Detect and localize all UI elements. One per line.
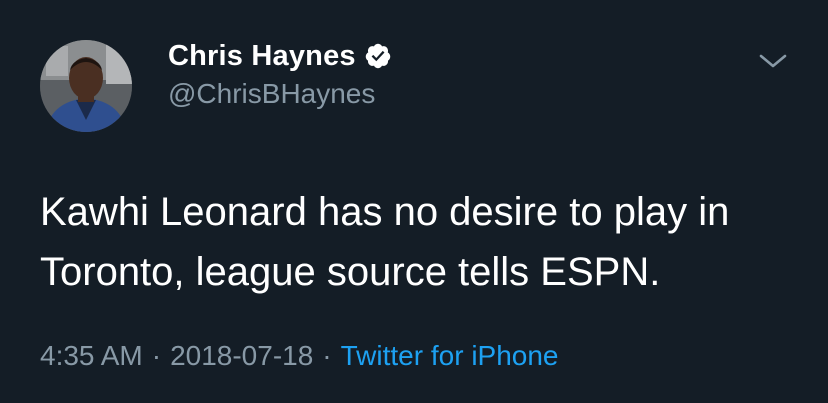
tweet-text: Kawhi Leonard has no desire to play in T… [40, 190, 730, 294]
chevron-down-icon[interactable] [758, 50, 788, 72]
author-name-row[interactable]: Chris Haynes [168, 38, 392, 74]
avatar[interactable] [40, 40, 132, 132]
verified-badge-icon [364, 42, 392, 70]
tweet-source-link[interactable]: Twitter for iPhone [341, 340, 559, 372]
tweet-date[interactable]: 2018-07-18 [170, 340, 313, 372]
tweet-card: Chris Haynes @ChrisBHaynes Kawhi Leonard… [0, 0, 828, 403]
meta-separator: · [151, 340, 162, 371]
tweet-meta: 4:35 AM · 2018-07-18 · Twitter for iPhon… [40, 340, 559, 372]
avatar-image [40, 40, 132, 132]
author-display-name[interactable]: Chris Haynes [168, 40, 356, 73]
meta-separator: · [322, 340, 332, 371]
tweet-time[interactable]: 4:35 AM [40, 340, 143, 372]
author-handle[interactable]: @ChrisBHaynes [168, 78, 375, 110]
